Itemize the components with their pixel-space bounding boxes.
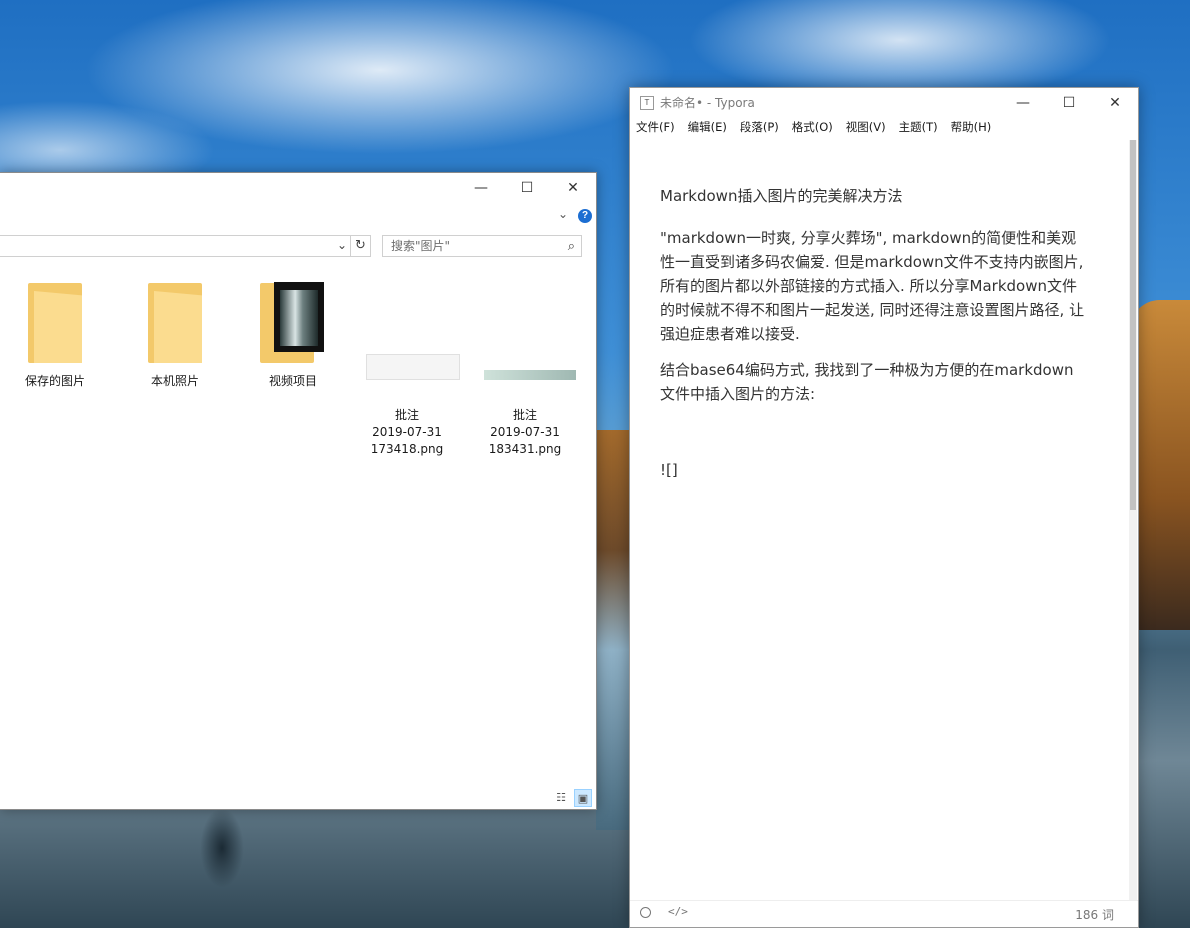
search-icon[interactable]: ⌕	[568, 237, 575, 257]
details-view-icon[interactable]: ☷	[552, 789, 570, 807]
file-explorer-window: — ☐ ✕ ⌄ ? ⌄ ↻ 搜索"图片" ⌕ 保存的图片 本机照片 视频项目 批…	[0, 172, 597, 810]
file-item-label: 保存的图片	[24, 374, 85, 388]
window-title: 未命名• - Typora	[660, 96, 755, 110]
menu-bar: 文件(F) 编辑(E) 段落(P) 格式(O) 视图(V) 主题(T) 帮助(H…	[630, 116, 1138, 140]
image-thumbnail	[366, 354, 460, 380]
scrollbar[interactable]	[1129, 140, 1137, 900]
file-item-label: 视频项目	[268, 374, 317, 388]
menu-paragraph[interactable]: 段落(P)	[740, 116, 785, 140]
file-item[interactable]: 视频项目	[238, 278, 348, 390]
desktop-sea	[596, 430, 630, 830]
address-bar[interactable]: ⌄	[0, 235, 351, 257]
file-item-label: 本机照片	[150, 374, 199, 388]
file-item[interactable]: 保存的图片	[0, 278, 110, 390]
close-button[interactable]: ✕	[1092, 88, 1138, 118]
explorer-titlebar: — ☐ ✕	[0, 173, 596, 203]
menu-view[interactable]: 视图(V)	[846, 116, 892, 140]
menu-theme[interactable]: 主题(T)	[899, 116, 944, 140]
minimize-button[interactable]: —	[458, 173, 504, 203]
image-thumbnail	[484, 370, 576, 380]
video-thumbnail	[274, 282, 324, 352]
minimize-button[interactable]: —	[1000, 88, 1046, 118]
menu-format[interactable]: 格式(O)	[792, 116, 839, 140]
menu-file[interactable]: 文件(F)	[636, 116, 681, 140]
file-item[interactable]: 批注 2019-07-31 183431.png	[470, 278, 580, 475]
outline-toggle-icon[interactable]	[640, 907, 651, 918]
search-input[interactable]: 搜索"图片" ⌕	[382, 235, 582, 257]
editor-area[interactable]: Markdown插入图片的完美解决方法 "markdown一时爽, 分享火葬场"…	[630, 140, 1128, 900]
image-markdown: ![]	[660, 461, 678, 479]
file-item-label: 批注 2019-07-31 183431.png	[488, 408, 562, 456]
desktop-rock	[1130, 300, 1190, 630]
paragraph: 结合base64编码方式, 我找到了一种极为方便的在markdown文件中插入图…	[660, 361, 1074, 403]
chevron-down-icon[interactable]: ⌄	[558, 207, 568, 221]
typora-app-icon: T	[640, 96, 654, 110]
typora-window: T 未命名• - Typora — ☐ ✕ 文件(F) 编辑(E) 段落(P) …	[629, 87, 1139, 928]
address-dropdown-icon[interactable]: ⌄	[337, 238, 347, 252]
menu-edit[interactable]: 编辑(E)	[688, 116, 733, 140]
desktop-silhouette	[200, 808, 244, 888]
status-bar: </> 186 词	[630, 900, 1138, 927]
folder-icon	[28, 283, 82, 363]
ribbon: ⌄ ?	[0, 203, 596, 229]
file-item[interactable]: 批注 2019-07-31 173418.png	[352, 278, 462, 475]
menu-help[interactable]: 帮助(H)	[951, 116, 998, 140]
paragraph: "markdown一时爽, 分享火葬场", markdown的简便性和美观性一直…	[660, 229, 1085, 343]
refresh-icon[interactable]: ↻	[351, 235, 371, 257]
large-icons-view-icon[interactable]: ▣	[574, 789, 592, 807]
view-toggle: ☷ ▣	[552, 789, 592, 807]
close-button[interactable]: ✕	[550, 173, 596, 203]
help-icon[interactable]: ?	[578, 209, 592, 223]
maximize-button[interactable]: ☐	[1046, 88, 1092, 118]
document-heading: Markdown插入图片的完美解决方法	[660, 187, 903, 205]
typora-titlebar: T 未命名• - Typora — ☐ ✕	[630, 88, 1138, 116]
search-placeholder: 搜索"图片"	[391, 239, 451, 253]
source-mode-toggle[interactable]: </>	[668, 905, 688, 918]
folder-icon	[148, 283, 202, 363]
file-item-label: 批注 2019-07-31 173418.png	[370, 408, 444, 456]
file-item[interactable]: 本机照片	[120, 278, 230, 390]
word-count[interactable]: 186 词	[1075, 906, 1114, 923]
maximize-button[interactable]: ☐	[504, 173, 550, 203]
